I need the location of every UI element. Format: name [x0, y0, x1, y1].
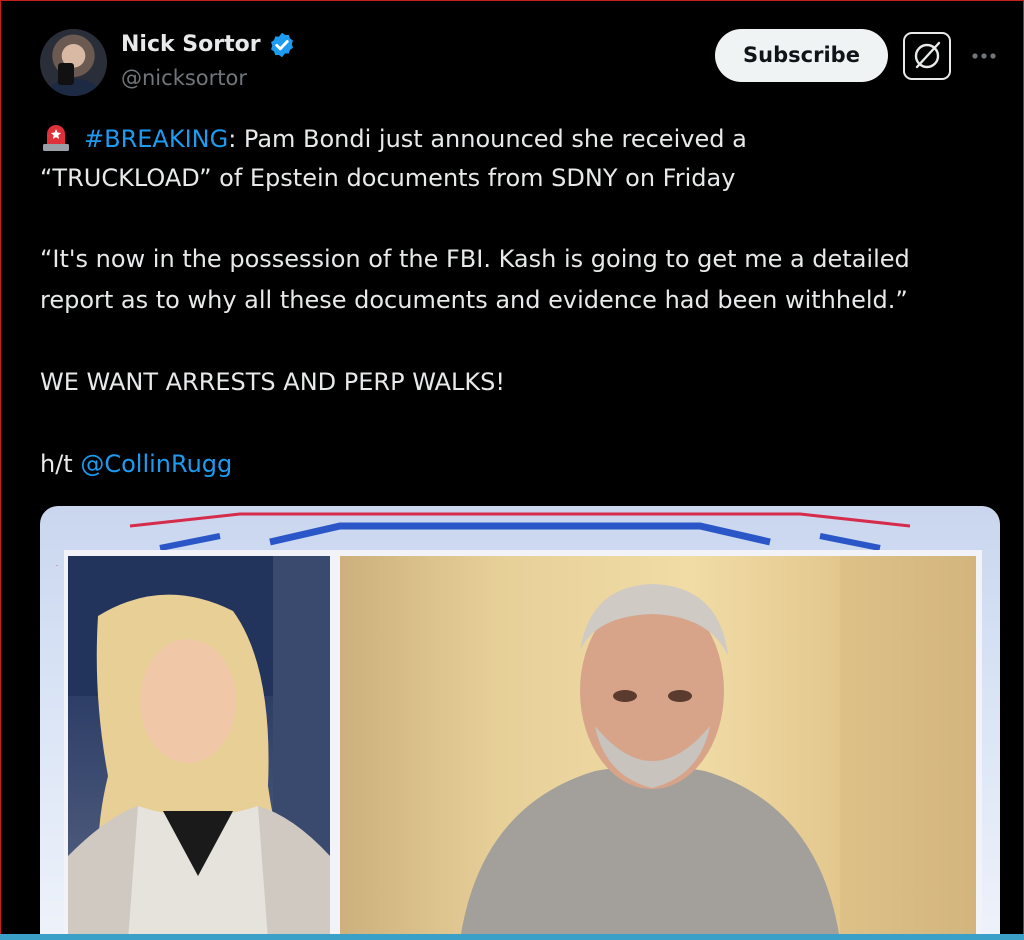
presenter-figure [68, 556, 330, 940]
bottom-edge-strip [0, 934, 1024, 940]
post-text-line-1: : Pam Bondi just announced she received … [228, 125, 747, 153]
subscribe-button[interactable]: Subscribe [715, 29, 888, 82]
mention-link[interactable]: @CollinRugg [80, 450, 232, 478]
hat-tip-prefix: h/t [40, 450, 81, 478]
right-video-panel [340, 556, 976, 940]
avatar-microphone [58, 63, 74, 85]
photo-figure [460, 556, 976, 940]
hashtag-breaking[interactable]: #BREAKING [84, 125, 228, 153]
post-quote-line-1: “It's now in the possession of the FBI. … [40, 245, 910, 273]
left-video-panel [68, 556, 330, 940]
verified-badge-icon [271, 32, 293, 58]
police-light-emoji [43, 125, 69, 151]
avatar[interactable] [40, 29, 107, 96]
post-hat-tip: h/t @CollinRugg [40, 450, 232, 478]
grok-icon [914, 41, 941, 69]
post-line-2: “TRUCKLOAD” of Epstein documents from SD… [40, 164, 736, 192]
author-name[interactable]: Nick Sortor [121, 32, 261, 57]
author-handle[interactable]: @nicksortor [121, 66, 247, 90]
post-media-video[interactable] [40, 506, 1000, 940]
post-line-1: #BREAKING: Pam Bondi just announced she … [40, 122, 747, 153]
more-options-icon[interactable] [968, 42, 1000, 70]
post-quote-line-2: report as to why all these documents and… [40, 286, 908, 314]
post-caps-line: WE WANT ARRESTS AND PERP WALKS! [40, 368, 505, 396]
grok-button[interactable] [903, 32, 951, 80]
